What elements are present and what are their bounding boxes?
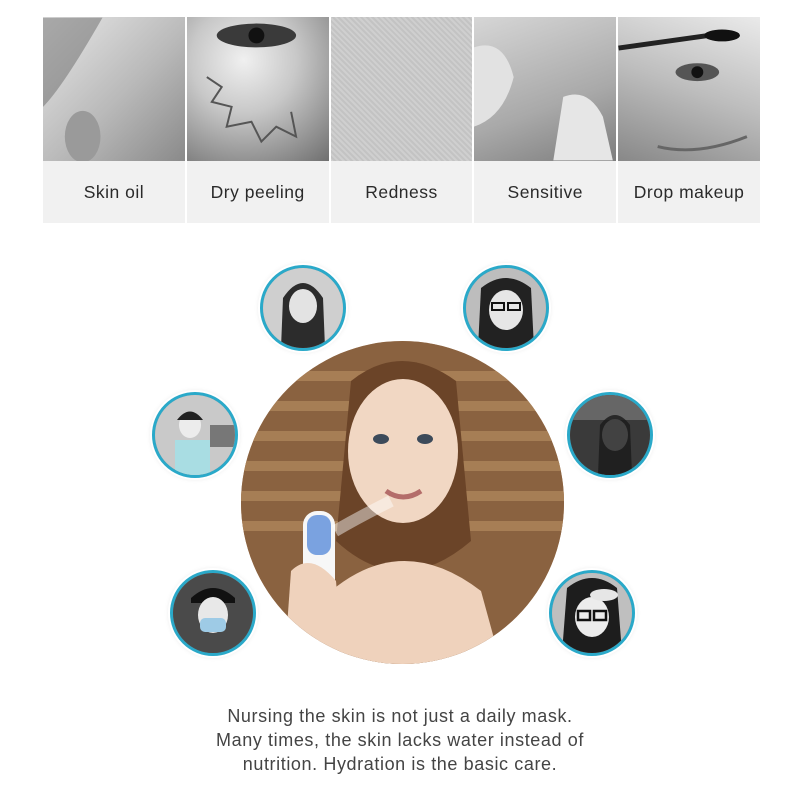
redness-skin-photo <box>330 17 473 161</box>
skin-problem-label: Drop makeup <box>618 161 760 223</box>
hydration-caption: Nursing the skin is not just a daily mas… <box>150 704 650 776</box>
skin-problem-label: Redness <box>330 161 473 223</box>
oily-skin-photo <box>43 17 185 161</box>
woman-with-glasses-hands-on-face-photo <box>463 265 549 351</box>
makeup-mascara-photo <box>618 17 760 161</box>
woman-wearing-face-mask-cap-photo <box>170 570 256 656</box>
skin-problem-redness: Redness <box>330 17 473 223</box>
skin-problem-sensitive: Sensitive <box>474 17 617 223</box>
woman-on-phone-photo <box>567 392 653 478</box>
skin-problem-label: Sensitive <box>474 161 617 223</box>
woman-with-glasses-touching-forehead-photo <box>549 570 635 656</box>
caption-line: Many times, the skin lacks water instead… <box>216 730 584 750</box>
skin-problem-label: Skin oil <box>43 161 185 223</box>
caption-line: nutrition. Hydration is the basic care. <box>242 754 558 774</box>
skin-problems-strip: Skin oil Dry peeling Redness Sensitive D… <box>43 17 760 223</box>
caption-line: Nursing the skin is not just a daily mas… <box>227 706 573 726</box>
skin-problem-dry-peeling: Dry peeling <box>186 17 329 223</box>
woman-portrait-photo <box>260 265 346 351</box>
sensitive-skin-photo <box>474 17 617 161</box>
dry-peeling-skin-photo <box>186 17 329 161</box>
skin-problem-oil: Skin oil <box>43 17 185 223</box>
woman-using-face-mist-sprayer-photo <box>241 341 564 664</box>
woman-at-computer-desk-photo <box>152 392 238 478</box>
skin-problem-makeup: Drop makeup <box>618 17 760 223</box>
skin-problem-label: Dry peeling <box>186 161 329 223</box>
